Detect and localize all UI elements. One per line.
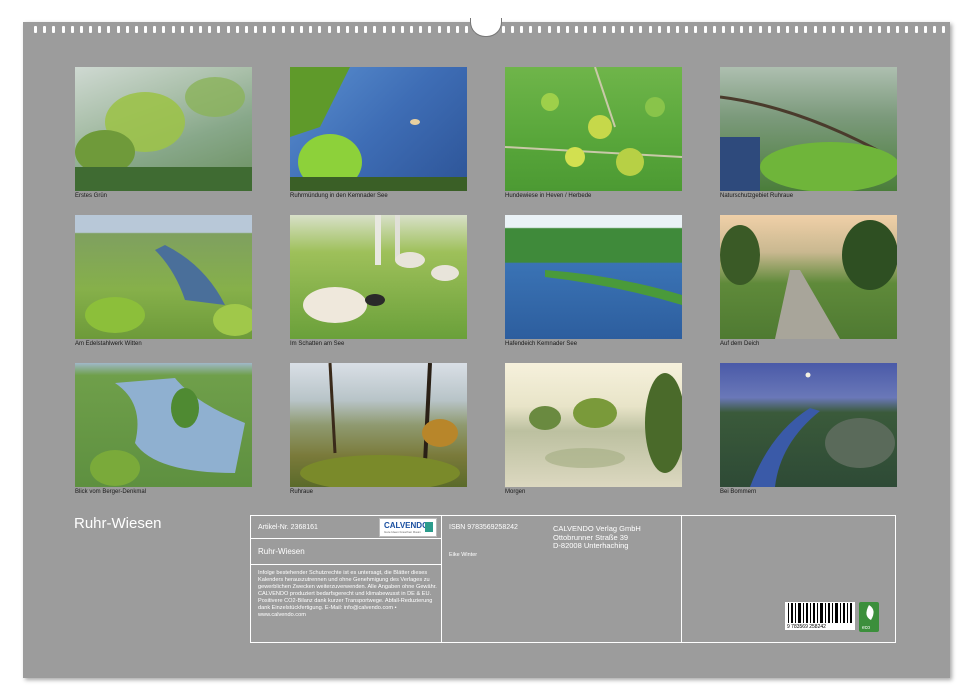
isbn-barcode: 9 783569 258242 (785, 602, 855, 630)
photo-caption: Morgen (505, 489, 526, 495)
photo-caption: Auf dem Deich (720, 341, 760, 347)
eco-leaf-icon: eco (859, 602, 879, 632)
barcode-digits: 9 783569 258242 (787, 624, 826, 630)
photo-caption: Bei Bommern (720, 489, 757, 495)
photo-caption: Hafendeich Kemnader See (505, 341, 578, 347)
photo-thumbnail[interactable] (720, 363, 897, 487)
photo-caption: Im Schatten am See (290, 341, 345, 347)
photo-caption: Hundewiese in Heven / Herbede (505, 193, 592, 199)
photo-thumbnail[interactable] (720, 215, 897, 339)
photo-thumbnail[interactable] (290, 363, 467, 487)
photo-caption: Am Edelstahlwerk Witten (75, 341, 142, 347)
legal-notice: Infolge bestehender Schutzrechte ist es … (258, 570, 437, 618)
photo-caption: Blick vom Berger-Denkmal (75, 489, 147, 495)
photo-thumbnail[interactable] (290, 67, 467, 191)
author: Eike Winter (449, 552, 478, 558)
photo-thumbnail[interactable] (75, 215, 252, 339)
calendar-title: Ruhr-Wiesen (74, 515, 162, 532)
photo-thumbnail[interactable] (75, 363, 252, 487)
publisher-info-panel: Artikel-Nr. 2368161 CALVENDO Gute Ideen … (250, 515, 896, 643)
isbn: ISBN 9783569258242 (449, 524, 518, 531)
product-title: Ruhr-Wiesen (258, 547, 305, 556)
calvendo-logo: CALVENDO Gute Ideen brauchen Raum (379, 518, 437, 537)
photo-thumbnail[interactable] (290, 215, 467, 339)
photo-caption: Naturschutzgebiet Ruhraue (720, 193, 794, 199)
photo-thumbnail[interactable] (505, 215, 682, 339)
photo-thumbnail[interactable] (75, 67, 252, 191)
photo-thumbnail[interactable] (720, 67, 897, 191)
photo-thumbnail[interactable] (505, 363, 682, 487)
photo-caption: Erstes Grün (75, 193, 108, 199)
photo-caption: Ruhrmündung in den Kemnader See (290, 193, 388, 199)
photo-caption: Ruhraue (290, 489, 314, 495)
publisher-city: D-82008 Unterhaching (553, 541, 629, 550)
photo-thumbnail[interactable] (505, 67, 682, 191)
publisher-name: CALVENDO Verlag GmbH (553, 524, 641, 533)
article-number: Artikel-Nr. 2368161 (258, 524, 318, 531)
